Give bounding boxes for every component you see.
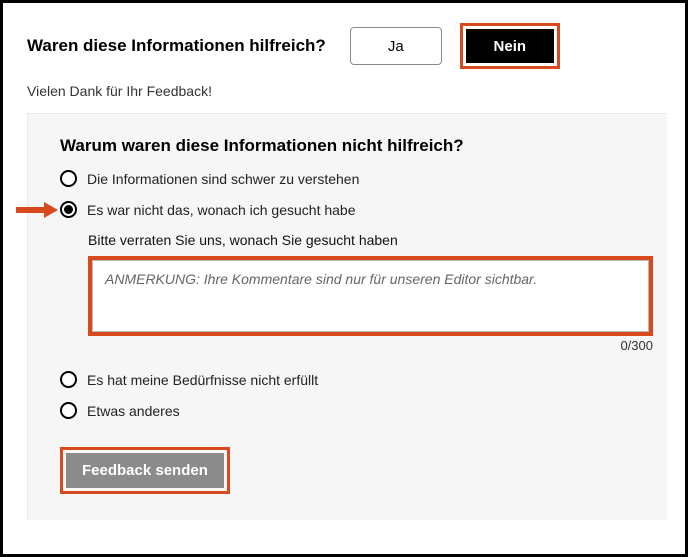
- feedback-dialog: Waren diese Informationen hilfreich? Ja …: [0, 0, 688, 557]
- radio-icon: [60, 170, 77, 187]
- radio-label: Etwas anderes: [87, 403, 180, 419]
- pointer-arrow-icon: [16, 202, 58, 218]
- header-row: Waren diese Informationen hilfreich? Ja …: [27, 23, 661, 69]
- thankyou-text: Vielen Dank für Ihr Feedback!: [27, 83, 661, 99]
- feedback-reason-panel: Warum waren diese Informationen nicht hi…: [27, 113, 667, 520]
- radio-icon: [60, 402, 77, 419]
- radio-option-hard-to-understand[interactable]: Die Informationen sind schwer zu versteh…: [60, 170, 643, 187]
- char-count: 0/300: [88, 338, 653, 353]
- radio-option-something-else[interactable]: Etwas anderes: [60, 402, 643, 419]
- radio-label: Die Informationen sind schwer zu versteh…: [87, 171, 359, 187]
- feedback-textarea[interactable]: [92, 260, 649, 332]
- no-button[interactable]: Nein: [466, 29, 554, 63]
- textarea-highlight: [88, 256, 653, 336]
- yes-button[interactable]: Ja: [350, 27, 442, 65]
- radio-icon: [60, 371, 77, 388]
- radio-icon: [60, 201, 77, 218]
- submit-button-highlight: Feedback senden: [60, 447, 230, 494]
- panel-title: Warum waren diese Informationen nicht hi…: [60, 136, 643, 156]
- radio-option-needs-not-met[interactable]: Es hat meine Bedürfnisse nicht erfüllt: [60, 371, 643, 388]
- submit-button[interactable]: Feedback senden: [66, 453, 224, 488]
- sub-section-search-detail: Bitte verraten Sie uns, wonach Sie gesuc…: [88, 232, 643, 353]
- header-question: Waren diese Informationen hilfreich?: [27, 36, 326, 56]
- sub-label: Bitte verraten Sie uns, wonach Sie gesuc…: [88, 232, 643, 248]
- no-button-highlight: Nein: [460, 23, 560, 69]
- radio-label: Es hat meine Bedürfnisse nicht erfüllt: [87, 372, 318, 388]
- radio-option-not-what-looking-for[interactable]: Es war nicht das, wonach ich gesucht hab…: [60, 201, 643, 218]
- radio-label: Es war nicht das, wonach ich gesucht hab…: [87, 202, 356, 218]
